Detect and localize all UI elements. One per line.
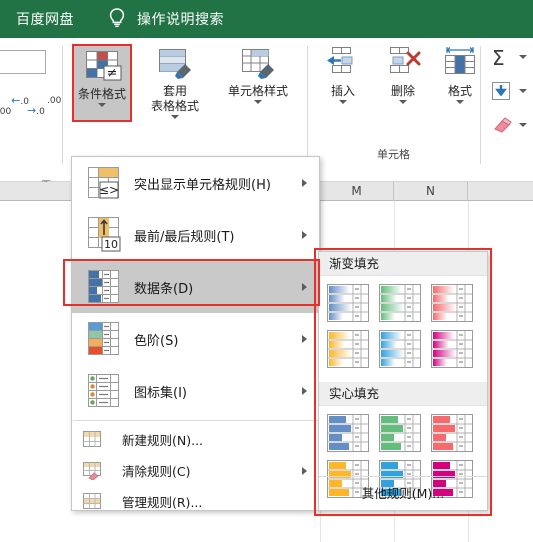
submenu-arrow-icon xyxy=(302,387,307,395)
gradient-fill-thumbnails xyxy=(319,276,487,382)
conditional-formatting-menu: ≤> 突出显示单元格规则(H) 10 最前/最后规则(T) 数据条(D) 色阶(… xyxy=(71,156,320,511)
app-root: 百度网盘 操作说明搜索 ←.0 .00 .00→.0 ⇱ xyxy=(0,0,533,542)
title-bar: 百度网盘 操作说明搜索 xyxy=(0,0,533,38)
conditional-formatting-button[interactable]: ≠ 条件格式 xyxy=(72,44,132,122)
new-rule-icon xyxy=(80,429,112,451)
clear-eraser-icon[interactable] xyxy=(492,116,512,138)
thumbnail-row xyxy=(327,330,481,368)
menu-label: 新建规则(N)... xyxy=(122,433,204,448)
menu-label: 突出显示单元格规则(H) xyxy=(134,177,271,193)
chevron-down-icon[interactable] xyxy=(339,100,347,104)
delete-cells-button[interactable]: 删除 xyxy=(378,46,428,104)
decrease-decimal-button[interactable]: .00 →.0 xyxy=(27,86,61,127)
chevron-down-icon[interactable] xyxy=(456,100,464,104)
format-as-table-label-line1: 套用 xyxy=(162,84,187,98)
svg-text:10: 10 xyxy=(104,238,118,251)
manage-rules-icon xyxy=(80,491,112,513)
chevron-down-icon[interactable] xyxy=(171,115,179,119)
delete-cells-label: 删除 xyxy=(390,84,415,98)
gradient-purple-swatch[interactable] xyxy=(431,330,473,368)
chevron-down-icon[interactable] xyxy=(254,100,262,104)
solid-blue-swatch[interactable] xyxy=(327,414,369,452)
submenu-arrow-icon xyxy=(302,466,307,475)
format-cells-icon xyxy=(435,46,485,84)
app-name-label: 百度网盘 xyxy=(16,12,74,28)
fill-down-icon[interactable] xyxy=(492,82,510,104)
gradient-fill-header: 渐变填充 xyxy=(319,252,487,276)
thumbnail-row xyxy=(327,284,481,322)
format-cells-label: 格式 xyxy=(447,84,472,98)
gradient-lightblue-swatch[interactable] xyxy=(379,330,421,368)
menu-item-icon-sets[interactable]: 图标集(I) xyxy=(72,365,319,417)
cell-styles-button[interactable]: 单元格样式 xyxy=(218,46,298,104)
conditional-formatting-label: 条件格式 xyxy=(77,87,126,101)
menu-item-manage-rules[interactable]: 管理规则(R)... xyxy=(72,486,319,517)
clear-rules-icon xyxy=(80,460,112,482)
menu-label: 数据条(D) xyxy=(134,281,194,297)
submenu-arrow-icon xyxy=(302,283,307,291)
menu-label: 清除规则(C) xyxy=(122,464,191,479)
autosum-icon[interactable]: Σ xyxy=(492,48,505,68)
group-divider xyxy=(62,46,63,164)
menu-divider xyxy=(73,420,318,421)
menu-item-new-rule[interactable]: 新建规则(N)... xyxy=(72,424,319,455)
gradient-orange-swatch[interactable] xyxy=(327,330,369,368)
insert-cells-label: 插入 xyxy=(330,84,355,98)
group-label-cells: 单元格 xyxy=(377,148,410,161)
top-bottom-rules-icon: 10 xyxy=(80,215,128,255)
delete-cells-icon xyxy=(378,46,428,84)
highlight-cells-rules-icon: ≤> xyxy=(80,163,128,203)
color-scales-icon xyxy=(80,319,128,359)
chevron-down-icon[interactable] xyxy=(98,103,106,107)
icon-sets-icon xyxy=(80,371,128,411)
chevron-down-icon[interactable] xyxy=(519,123,527,127)
menu-label: 色阶(S) xyxy=(134,333,179,349)
gradient-green-swatch[interactable] xyxy=(379,284,421,322)
chevron-down-icon[interactable] xyxy=(399,100,407,104)
chevron-down-icon[interactable] xyxy=(519,89,527,93)
column-header-m[interactable]: M xyxy=(320,182,394,201)
format-as-table-label-line2: 表格格式 xyxy=(150,99,199,113)
menu-item-clear-rules[interactable]: 清除规则(C) xyxy=(72,455,319,486)
lightbulb-icon xyxy=(107,7,127,29)
data-bars-icon xyxy=(80,267,128,307)
conditional-formatting-icon: ≠ xyxy=(73,49,131,87)
submenu-arrow-icon xyxy=(302,231,307,239)
insert-cells-button[interactable]: 插入 xyxy=(318,46,368,104)
number-format-dropdown[interactable] xyxy=(0,50,46,74)
column-header-n[interactable]: N xyxy=(394,182,468,201)
menu-item-highlight-cells-rules[interactable]: ≤> 突出显示单元格规则(H) xyxy=(72,157,319,209)
more-rules-item[interactable]: 其他规则(M)... xyxy=(319,476,487,510)
format-cells-button[interactable]: 格式 xyxy=(435,46,485,104)
thumbnail-row xyxy=(327,414,481,452)
svg-text:≠: ≠ xyxy=(107,66,118,81)
format-as-table-icon xyxy=(140,46,210,84)
cell-styles-icon xyxy=(218,46,298,84)
menu-item-color-scales[interactable]: 色阶(S) xyxy=(72,313,319,365)
menu-item-data-bars[interactable]: 数据条(D) xyxy=(72,261,319,313)
insert-cells-icon xyxy=(318,46,368,84)
submenu-arrow-icon xyxy=(302,335,307,343)
solid-fill-header: 实心填充 xyxy=(319,382,487,406)
submenu-arrow-icon xyxy=(302,179,307,187)
svg-text:≤>: ≤> xyxy=(99,183,119,197)
menu-item-top-bottom-rules[interactable]: 10 最前/最后规则(T) xyxy=(72,209,319,261)
format-as-table-button[interactable]: 套用 表格格式 xyxy=(140,46,210,119)
tell-me-search[interactable]: 操作说明搜索 xyxy=(137,9,224,29)
menu-label: 管理规则(R)... xyxy=(122,495,203,510)
menu-label: 最前/最后规则(T) xyxy=(134,229,235,245)
data-bars-submenu: 渐变填充 实心填充 其他规则(M)... xyxy=(318,251,488,511)
solid-green-swatch[interactable] xyxy=(379,414,421,452)
increase-decimal-button[interactable]: ←.0 .00 xyxy=(0,86,29,127)
menu-label: 图标集(I) xyxy=(134,385,187,401)
gradient-blue-swatch[interactable] xyxy=(327,284,369,322)
gradient-red-swatch[interactable] xyxy=(431,284,473,322)
column-header-next[interactable] xyxy=(468,182,533,201)
solid-red-swatch[interactable] xyxy=(431,414,473,452)
chevron-down-icon[interactable] xyxy=(519,55,527,59)
cell-styles-label: 单元格样式 xyxy=(227,84,288,98)
